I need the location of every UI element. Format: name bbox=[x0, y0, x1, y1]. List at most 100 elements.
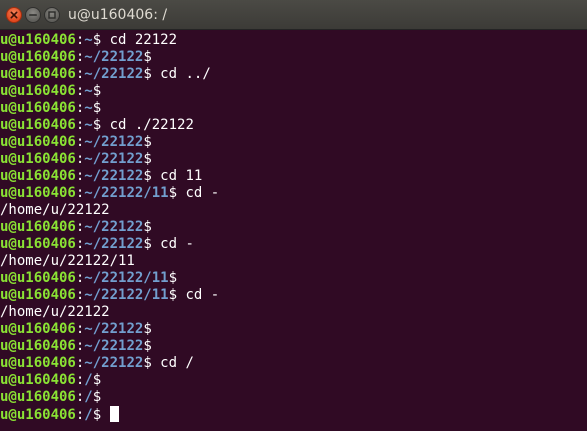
minimize-icon bbox=[28, 14, 37, 16]
prompt-user-host: u@u160406 bbox=[0, 287, 76, 303]
close-button[interactable] bbox=[6, 7, 22, 23]
window-title: u@u160406: / bbox=[68, 7, 168, 23]
prompt-user-host: u@u160406 bbox=[0, 270, 76, 286]
prompt-user-host: u@u160406 bbox=[0, 338, 76, 354]
prompt-user-host: u@u160406 bbox=[0, 321, 76, 337]
prompt-line: u@u160406:/$ bbox=[0, 389, 587, 406]
prompt-path: ~ bbox=[84, 32, 93, 48]
output-text: /home/u/22122 bbox=[0, 304, 110, 320]
prompt-line: u@u160406:~/22122$ cd / bbox=[0, 355, 587, 372]
prompt-path: ~/22122 bbox=[84, 66, 144, 82]
maximize-icon bbox=[48, 11, 56, 19]
prompt-path: ~/22122 bbox=[84, 355, 144, 371]
prompt-user-host: u@u160406 bbox=[0, 185, 76, 201]
command-text: cd 11 bbox=[160, 168, 203, 184]
minimize-button[interactable] bbox=[25, 7, 41, 23]
prompt-path: ~/22122 bbox=[84, 338, 144, 354]
prompt-line: u@u160406:~/22122$ bbox=[0, 321, 587, 338]
command-text: cd - bbox=[185, 185, 220, 201]
prompt-symbol: $ bbox=[168, 185, 186, 201]
prompt-line: u@u160406:~$ bbox=[0, 83, 587, 100]
terminal-window: u@u160406: / u@u160406:~$ cd 22122 u@u160… bbox=[0, 0, 587, 431]
command-text: cd 22122 bbox=[109, 32, 178, 48]
prompt-path: ~ bbox=[84, 83, 93, 99]
prompt-symbol: $ bbox=[92, 83, 110, 99]
prompt-user-host: u@u160406 bbox=[0, 66, 76, 82]
prompt-symbol: $ bbox=[143, 168, 161, 184]
output-line: /home/u/22122/11 bbox=[0, 253, 587, 270]
prompt-symbol: $ bbox=[92, 372, 110, 388]
prompt-user-host: u@u160406 bbox=[0, 168, 76, 184]
prompt-path: ~/22122 bbox=[84, 151, 144, 167]
prompt-symbol: $ bbox=[143, 219, 161, 235]
prompt-symbol: $ bbox=[92, 117, 110, 133]
prompt-path: / bbox=[84, 372, 93, 388]
command-text: cd ../ bbox=[160, 66, 211, 82]
terminal-output-area[interactable]: u@u160406:~$ cd 22122 u@u160406:~/22122$ … bbox=[0, 30, 587, 431]
prompt-user-host: u@u160406 bbox=[0, 407, 76, 423]
close-icon bbox=[10, 11, 18, 19]
prompt-path: ~/22122/11 bbox=[84, 287, 169, 303]
prompt-symbol: $ bbox=[92, 32, 110, 48]
prompt-line: u@u160406:~/22122$ bbox=[0, 134, 587, 151]
text-cursor bbox=[109, 406, 119, 422]
prompt-path: ~/22122 bbox=[84, 168, 144, 184]
prompt-user-host: u@u160406 bbox=[0, 389, 76, 405]
prompt-user-host: u@u160406 bbox=[0, 32, 76, 48]
title-bar[interactable]: u@u160406: / bbox=[0, 0, 587, 30]
prompt-path: ~ bbox=[84, 117, 93, 133]
prompt-user-host: u@u160406 bbox=[0, 117, 76, 133]
command-text: cd ./22122 bbox=[109, 117, 194, 133]
prompt-line: u@u160406:/$ bbox=[0, 406, 587, 423]
prompt-symbol: $ bbox=[92, 100, 110, 116]
prompt-user-host: u@u160406 bbox=[0, 83, 76, 99]
prompt-path: / bbox=[84, 389, 93, 405]
prompt-symbol: $ bbox=[143, 66, 161, 82]
prompt-symbol: $ bbox=[143, 236, 161, 252]
prompt-path: ~ bbox=[84, 100, 93, 116]
prompt-symbol: $ bbox=[168, 270, 186, 286]
prompt-line: u@u160406:~/22122$ bbox=[0, 151, 587, 168]
prompt-line: u@u160406:~/22122/11$ cd - bbox=[0, 287, 587, 304]
prompt-line: u@u160406:/$ bbox=[0, 372, 587, 389]
prompt-symbol: $ bbox=[143, 151, 161, 167]
prompt-path: ~/22122 bbox=[84, 49, 144, 65]
prompt-path: ~/22122/11 bbox=[84, 185, 169, 201]
prompt-user-host: u@u160406 bbox=[0, 100, 76, 116]
output-text: /home/u/22122 bbox=[0, 202, 110, 218]
command-text: cd / bbox=[160, 355, 194, 371]
prompt-symbol: $ bbox=[143, 321, 161, 337]
prompt-symbol: $ bbox=[168, 287, 186, 303]
prompt-user-host: u@u160406 bbox=[0, 49, 76, 65]
prompt-line: u@u160406:~/22122$ cd 11 bbox=[0, 168, 587, 185]
prompt-path: ~/22122 bbox=[84, 321, 144, 337]
prompt-symbol: $ bbox=[143, 134, 161, 150]
prompt-line: u@u160406:~/22122$ cd - bbox=[0, 236, 587, 253]
prompt-symbol: $ bbox=[92, 389, 110, 405]
prompt-user-host: u@u160406 bbox=[0, 151, 76, 167]
prompt-user-host: u@u160406 bbox=[0, 355, 76, 371]
output-text: /home/u/22122/11 bbox=[0, 253, 135, 269]
prompt-path: ~/22122 bbox=[84, 236, 144, 252]
prompt-line: u@u160406:~$ bbox=[0, 100, 587, 117]
prompt-user-host: u@u160406 bbox=[0, 134, 76, 150]
prompt-path: / bbox=[84, 407, 93, 423]
prompt-line: u@u160406:~$ cd ./22122 bbox=[0, 117, 587, 134]
command-text: cd - bbox=[185, 287, 220, 303]
prompt-line: u@u160406:~/22122/11$ cd - bbox=[0, 185, 587, 202]
output-line: /home/u/22122 bbox=[0, 304, 587, 321]
prompt-symbol: $ bbox=[143, 338, 161, 354]
prompt-line: u@u160406:~/22122$ cd ../ bbox=[0, 66, 587, 83]
prompt-user-host: u@u160406 bbox=[0, 236, 76, 252]
prompt-line: u@u160406:~$ cd 22122 bbox=[0, 32, 587, 49]
maximize-button[interactable] bbox=[44, 7, 60, 23]
prompt-user-host: u@u160406 bbox=[0, 219, 76, 235]
prompt-line: u@u160406:~/22122$ bbox=[0, 49, 587, 66]
command-text: cd - bbox=[160, 236, 194, 252]
prompt-line: u@u160406:~/22122$ bbox=[0, 338, 587, 355]
prompt-symbol: $ bbox=[143, 49, 161, 65]
prompt-path: ~/22122 bbox=[84, 219, 144, 235]
output-line: /home/u/22122 bbox=[0, 202, 587, 219]
prompt-path: ~/22122/11 bbox=[84, 270, 169, 286]
prompt-symbol: $ bbox=[143, 355, 161, 371]
